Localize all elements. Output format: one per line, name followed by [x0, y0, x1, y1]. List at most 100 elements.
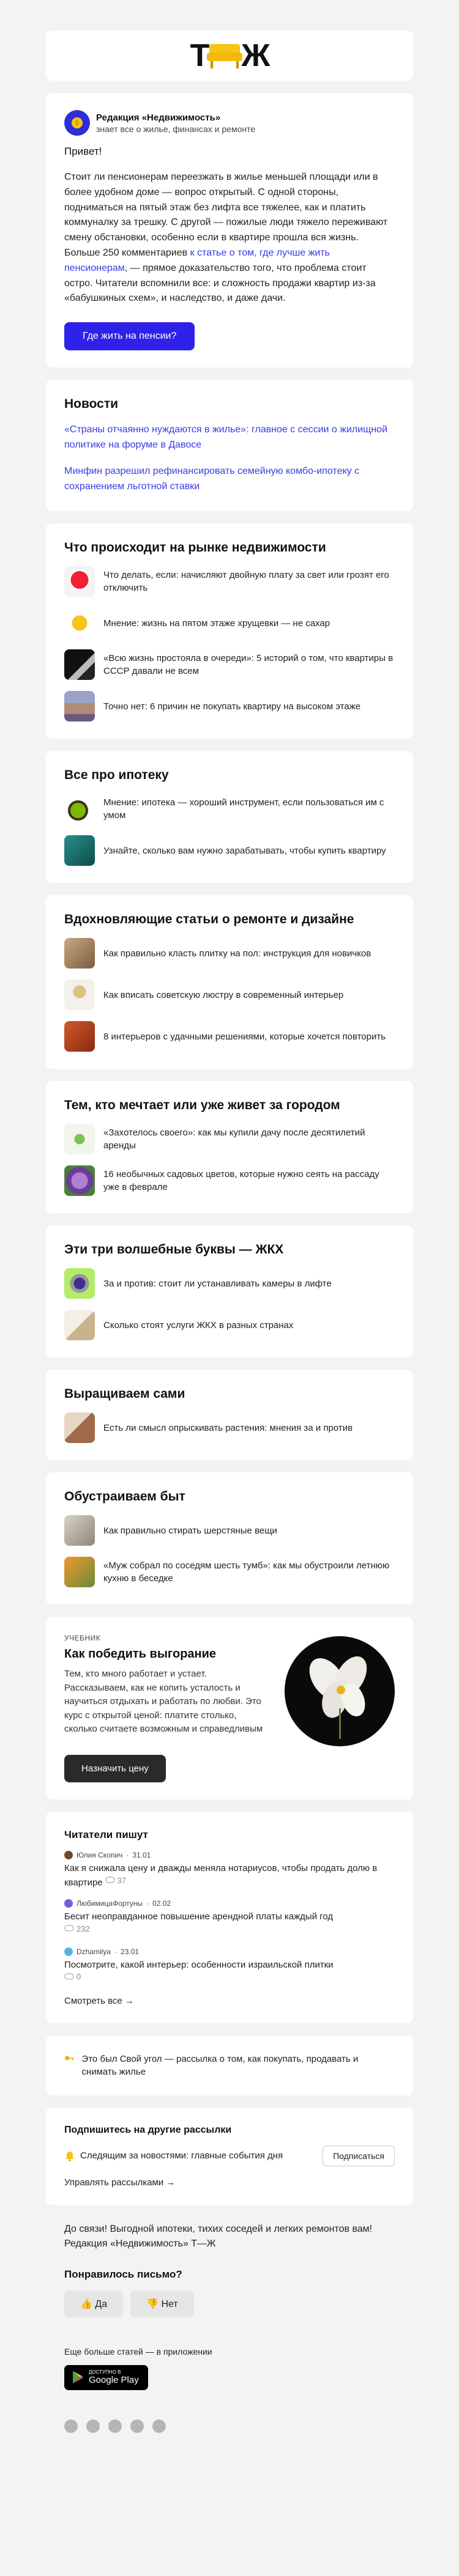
article-link: Точно нет: 6 причин не покупать квартиру…	[103, 701, 361, 712]
reader-post[interactable]: Юлия Скопич · 31.01 Как я снижала цену и д…	[64, 1850, 395, 1889]
section-title: Обустраиваем быт	[64, 1489, 185, 1504]
hand-icon	[72, 117, 83, 128]
youtube-icon[interactable]	[152, 2419, 166, 2433]
article-thumbnail	[64, 794, 95, 825]
list-item[interactable]: Мнение: ипотека — хороший инструмент, ес…	[64, 794, 395, 825]
list-item[interactable]: «Захотелось своего»: как мы купили дачу …	[64, 1124, 395, 1155]
logo-letter-zh: Ж	[241, 38, 270, 73]
list-item[interactable]: 8 интерьеров с удачными решениями, котор…	[64, 1021, 395, 1052]
list-item[interactable]: Мнение: жизнь на пятом этаже хрущевки — …	[64, 608, 395, 639]
comment-count-value: 232	[76, 1924, 90, 1933]
post-author: Dzhamilya	[76, 1947, 111, 1956]
list-item[interactable]: «Всю жизнь простояла в очереди»: 5 истор…	[64, 649, 395, 681]
article-thumbnail	[64, 1515, 95, 1546]
corner-text: Это был Свой угол — рассылка о том, как …	[81, 2053, 359, 2077]
section-design: Вдохновляющие статьи о ремонте и дизайне…	[46, 895, 413, 1069]
meta-separator: ·	[146, 1899, 149, 1908]
subscribe-card: Подпишитесь на другие рассылки Следящим …	[46, 2107, 413, 2205]
article-link: Как правильно класть плитку на пол: инст…	[103, 948, 371, 959]
reader-post[interactable]: Dzhamilya · 23.01 Посмотрите, какой интерь…	[64, 1947, 395, 1986]
list-item[interactable]: Есть ли смысл опрыскивать растения: мнен…	[64, 1412, 395, 1444]
section-title: Вдохновляющие статьи о ремонте и дизайне	[64, 912, 354, 927]
post-author: Юлия Скопич	[76, 1850, 123, 1859]
comment-count-value: 0	[76, 1972, 81, 1982]
vote-block: Понравилось письмо? 👍 Да 👎 Нет	[46, 2256, 413, 2317]
list-item[interactable]: 16 необычных садовых цветов, которые нуж…	[64, 1165, 395, 1197]
cta-button[interactable]: Где жить на пенсии?	[64, 322, 195, 351]
reader-post[interactable]: ЛюбимицаФортуны · 02.02 Бесит неоправданно…	[64, 1899, 395, 1938]
list-item[interactable]: Что делать, если: начисляют двойную плат…	[64, 566, 395, 597]
manage-subscriptions-link[interactable]: Управлять рассылками →	[64, 2177, 395, 2188]
promo-text: Тем, кто много работает и устает. Расска…	[64, 1669, 263, 1735]
readers-title: Читатели пишут	[64, 1828, 148, 1840]
article-thumbnail	[64, 1310, 95, 1341]
logo-card: Т Ж	[46, 31, 413, 81]
article-link: Мнение: ипотека — хороший инструмент, ес…	[103, 797, 384, 821]
article-link: «Всю жизнь простояла в очереди»: 5 истор…	[103, 653, 394, 677]
thumbs-down-icon: 👎	[146, 2298, 159, 2309]
list-item[interactable]: «Муж собрал по соседям шесть тумб»: как …	[64, 1557, 395, 1588]
article-thumbnail	[64, 835, 95, 866]
list-item[interactable]: Как вписать советскую люстру в современн…	[64, 980, 395, 1011]
list-item[interactable]: Сколько стоят услуги ЖКХ в разных страна…	[64, 1310, 395, 1341]
tj-icon[interactable]	[108, 2419, 122, 2433]
list-item[interactable]: Как правильно класть плитку на пол: инст…	[64, 938, 395, 969]
subscribe-button[interactable]: Подписаться	[323, 2145, 395, 2166]
promo-title: Как победить выгорание	[64, 1647, 217, 1661]
vk-icon[interactable]	[86, 2419, 100, 2433]
tj-logo[interactable]: Т Ж	[190, 37, 271, 74]
newsletter: Т Ж Редакция «Недвижимость» знает все о …	[46, 0, 413, 2463]
article-link: За и против: стоит ли устанавливать каме…	[103, 1278, 332, 1289]
subscription-label: Следящим за новостями: главные события д…	[80, 2150, 283, 2161]
comment-count: 0	[64, 1971, 81, 1983]
post-date: 31.01	[132, 1850, 151, 1859]
corner-card: Это был Свой угол — рассылка о том, как …	[46, 2035, 413, 2095]
article-link: Как вписать советскую люстру в современн…	[103, 989, 344, 1000]
article-thumbnail	[64, 1557, 95, 1588]
section-title: Все про ипотеку	[64, 768, 169, 783]
news-link[interactable]: Минфин разрешил рефинансировать семейную…	[64, 464, 395, 495]
key-icon	[64, 2055, 74, 2061]
vote-buttons: 👍 Да 👎 Нет	[64, 2290, 395, 2317]
vote-title: Понравилось письмо?	[64, 2268, 182, 2280]
vote-no-button[interactable]: 👎 Нет	[130, 2290, 194, 2317]
article-link: «Муж собрал по соседям шесть тумб»: как …	[103, 1560, 390, 1584]
author-block: Редакция «Недвижимость» знает все о жиль…	[64, 110, 395, 136]
section-grow: Выращиваем сами Есть ли смысл опрыскиват…	[46, 1370, 413, 1461]
article-link: Что делать, если: начисляют двойную плат…	[103, 570, 389, 594]
list-item[interactable]: Как правильно стирать шерстяные вещи	[64, 1515, 395, 1546]
list-item[interactable]: За и против: стоит ли устанавливать каме…	[64, 1268, 395, 1299]
article-thumbnail	[64, 691, 95, 722]
list-item[interactable]: Точно нет: 6 причин не покупать квартиру…	[64, 691, 395, 722]
post-meta: ЛюбимицаФортуны · 02.02	[64, 1899, 395, 1908]
section-title: Выращиваем сами	[64, 1387, 185, 1401]
article-thumbnail	[64, 1412, 95, 1444]
vote-yes-button[interactable]: 👍 Да	[64, 2290, 124, 2317]
subscribe-title: Подпишитесь на другие рассылки	[64, 2124, 232, 2135]
lead-text-before: Стоит ли пенсионерам переезжать в жилье …	[64, 172, 388, 258]
see-all-link[interactable]: Смотреть все →	[64, 1996, 395, 2006]
news-card: Новости «Страны отчаянно нуждаются в жил…	[46, 380, 413, 512]
news-link[interactable]: «Страны отчаянно нуждаются в жилье»: гла…	[64, 423, 395, 453]
list-item[interactable]: Узнайте, сколько вам нужно зарабатывать,…	[64, 835, 395, 866]
post-title: Посмотрите, какой интерьер: особенности …	[64, 1958, 395, 1986]
comment-count-value: 37	[117, 1875, 127, 1885]
x-icon[interactable]	[130, 2419, 144, 2433]
article-link: Как правильно стирать шерстяные вещи	[103, 1525, 277, 1536]
lead-paragraph: Стоит ли пенсионерам переезжать в жилье …	[64, 170, 395, 306]
thumbs-up-icon: 👍	[80, 2298, 92, 2309]
google-play-badge[interactable]: ДОСТУПНО В Google Play	[64, 2364, 148, 2390]
avatar	[64, 1850, 73, 1859]
section-country: Тем, кто мечтает или уже живет за городо…	[46, 1081, 413, 1214]
vote-yes-label: Да	[95, 2298, 108, 2309]
meta-separator: ·	[114, 1947, 118, 1956]
post-title: Как я снижала цену и дважды меняла нотар…	[64, 1862, 395, 1889]
article-thumbnail	[64, 566, 95, 597]
flower-image	[285, 1636, 395, 1747]
set-price-button[interactable]: Назначить цену	[64, 1754, 166, 1782]
intro-card: Редакция «Недвижимость» знает все о жиль…	[46, 93, 413, 368]
article-thumbnail	[64, 938, 95, 969]
avatar	[64, 1899, 73, 1908]
section-title: Эти три волшебные буквы — ЖКХ	[64, 1242, 284, 1257]
telegram-icon[interactable]	[64, 2419, 78, 2433]
